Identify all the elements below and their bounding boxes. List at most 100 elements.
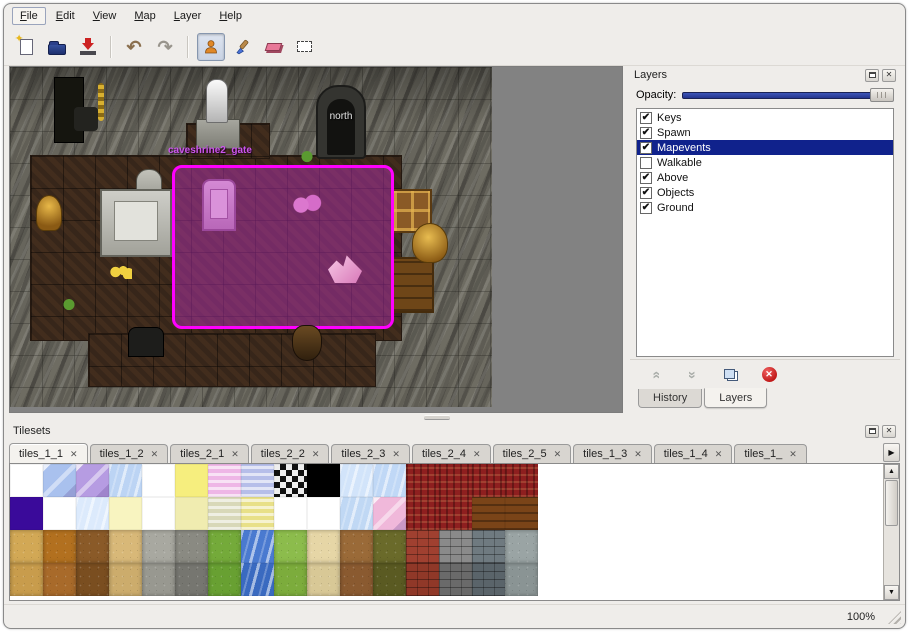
tileset-tile[interactable]	[76, 563, 109, 596]
select-tool-button[interactable]	[290, 33, 318, 61]
tileset-tile[interactable]	[340, 530, 373, 563]
tileset-tile[interactable]	[76, 497, 109, 530]
tab-close-icon[interactable]: ✕	[231, 450, 239, 459]
opacity-slider[interactable]	[682, 87, 894, 103]
tileset-tile[interactable]	[10, 563, 43, 596]
tileset-tile[interactable]	[373, 464, 406, 497]
tileset-tile[interactable]	[472, 497, 505, 530]
horizontal-splitter[interactable]	[4, 413, 905, 422]
layer-down-button[interactable]: »	[682, 364, 704, 386]
new-file-button[interactable]	[12, 33, 40, 61]
map-viewport[interactable]: north caveshrine2_gate	[9, 66, 623, 413]
tileset-tile[interactable]	[43, 530, 76, 563]
tileset-tile[interactable]	[109, 464, 142, 497]
tileset-tile[interactable]	[109, 530, 142, 563]
tileset-tile[interactable]	[274, 530, 307, 563]
tab-close-icon[interactable]: ✕	[392, 450, 400, 459]
tileset-tile[interactable]	[439, 563, 472, 596]
tileset-tile[interactable]	[340, 563, 373, 596]
tileset-tile[interactable]	[505, 464, 538, 497]
tileset-tile[interactable]	[439, 530, 472, 563]
tileset-tab-tiles_1_3[interactable]: tiles_1_3✕	[573, 444, 652, 463]
layer-visibility-checkbox[interactable]: ✔	[640, 172, 652, 184]
menu-item-edit[interactable]: Edit	[48, 7, 83, 25]
layer-row-walkable[interactable]: Walkable	[637, 155, 893, 170]
tab-close-icon[interactable]: ✕	[554, 450, 562, 459]
tileset-tile[interactable]	[175, 530, 208, 563]
layer-visibility-checkbox[interactable]: ✔	[640, 127, 652, 139]
layer-visibility-checkbox[interactable]: ✔	[640, 202, 652, 214]
layer-row-spawn[interactable]: ✔Spawn	[637, 125, 893, 140]
resize-grip[interactable]	[888, 611, 901, 624]
scrollbar-thumb[interactable]	[885, 480, 898, 526]
tileset-tile[interactable]	[439, 464, 472, 497]
tileset-tile[interactable]	[406, 497, 439, 530]
menu-item-map[interactable]: Map	[126, 7, 163, 25]
tileset-tile[interactable]	[406, 464, 439, 497]
tileset-tile[interactable]	[142, 464, 175, 497]
tileset-tile[interactable]	[43, 464, 76, 497]
layer-row-mapevents[interactable]: ✔Mapevents	[637, 140, 893, 155]
tileset-tile[interactable]	[307, 563, 340, 596]
tileset-tile[interactable]	[142, 530, 175, 563]
tab-close-icon[interactable]: ✕	[70, 450, 78, 459]
tileset-tile[interactable]	[307, 464, 340, 497]
splitter-grip[interactable]	[424, 415, 450, 420]
tileset-tile[interactable]	[142, 497, 175, 530]
layer-visibility-checkbox[interactable]: ✔	[640, 187, 652, 199]
tileset-tile[interactable]	[43, 497, 76, 530]
tileset-tile[interactable]	[505, 563, 538, 596]
tileset-tile[interactable]	[340, 464, 373, 497]
tileset-tile[interactable]	[307, 497, 340, 530]
tileset-tile[interactable]	[76, 530, 109, 563]
scroll-down-button[interactable]: ▼	[884, 585, 899, 600]
map-canvas[interactable]: north caveshrine2_gate	[10, 67, 492, 407]
tileset-tile[interactable]	[373, 530, 406, 563]
scroll-up-button[interactable]: ▲	[884, 464, 899, 479]
tileset-tile[interactable]	[241, 530, 274, 563]
tileset-tile[interactable]	[175, 497, 208, 530]
tileset-tab-tiles_1_[interactable]: tiles_1_✕	[734, 444, 806, 463]
tileset-tile[interactable]	[43, 563, 76, 596]
save-button[interactable]	[74, 33, 102, 61]
tileset-tile[interactable]	[472, 530, 505, 563]
tileset-tab-tiles_1_2[interactable]: tiles_1_2✕	[90, 444, 169, 463]
tileset-tile[interactable]	[274, 497, 307, 530]
tileset-tile[interactable]	[142, 563, 175, 596]
tileset-tile[interactable]	[241, 563, 274, 596]
tileset-tile[interactable]	[175, 563, 208, 596]
layer-visibility-checkbox[interactable]: ✔	[640, 142, 652, 154]
tileset-tab-tiles_1_1[interactable]: tiles_1_1✕	[9, 443, 88, 463]
opacity-slider-track[interactable]	[682, 92, 894, 99]
tileset-tab-tiles_2_5[interactable]: tiles_2_5✕	[493, 444, 572, 463]
dock-close-button[interactable]: ✕	[882, 69, 896, 82]
tab-close-icon[interactable]: ✕	[473, 450, 481, 459]
tileset-tile[interactable]	[241, 464, 274, 497]
dock-float-button[interactable]	[865, 425, 879, 438]
open-button[interactable]	[43, 33, 71, 61]
tileset-tile[interactable]	[340, 497, 373, 530]
layer-row-objects[interactable]: ✔Objects	[637, 185, 893, 200]
menu-item-view[interactable]: View	[85, 7, 125, 25]
tileset-tile[interactable]	[109, 497, 142, 530]
tileset-tile[interactable]	[505, 530, 538, 563]
tileset-tab-tiles_2_2[interactable]: tiles_2_2✕	[251, 444, 330, 463]
tileset-tile[interactable]	[373, 497, 406, 530]
tileset-tile[interactable]	[208, 464, 241, 497]
stamp-tool-button[interactable]	[197, 33, 225, 61]
tileset-tile[interactable]	[76, 464, 109, 497]
tab-scroll-right-button[interactable]: ▶	[883, 443, 900, 462]
tileset-vertical-scrollbar[interactable]: ▲ ▼	[883, 464, 899, 600]
tileset-tab-tiles_2_3[interactable]: tiles_2_3✕	[331, 444, 410, 463]
tileset-tile[interactable]	[208, 497, 241, 530]
tileset-tile[interactable]	[208, 530, 241, 563]
tileset-tile[interactable]	[406, 563, 439, 596]
tileset-tile[interactable]	[439, 497, 472, 530]
tileset-tile[interactable]	[10, 464, 43, 497]
tab-layers[interactable]: Layers	[704, 388, 767, 408]
tileset-tab-tiles_2_4[interactable]: tiles_2_4✕	[412, 444, 491, 463]
menu-item-file[interactable]: File	[12, 7, 46, 25]
tileset-tab-tiles_1_4[interactable]: tiles_1_4✕	[654, 444, 733, 463]
tileset-tile[interactable]	[472, 464, 505, 497]
undo-button[interactable]: ↶	[120, 33, 148, 61]
